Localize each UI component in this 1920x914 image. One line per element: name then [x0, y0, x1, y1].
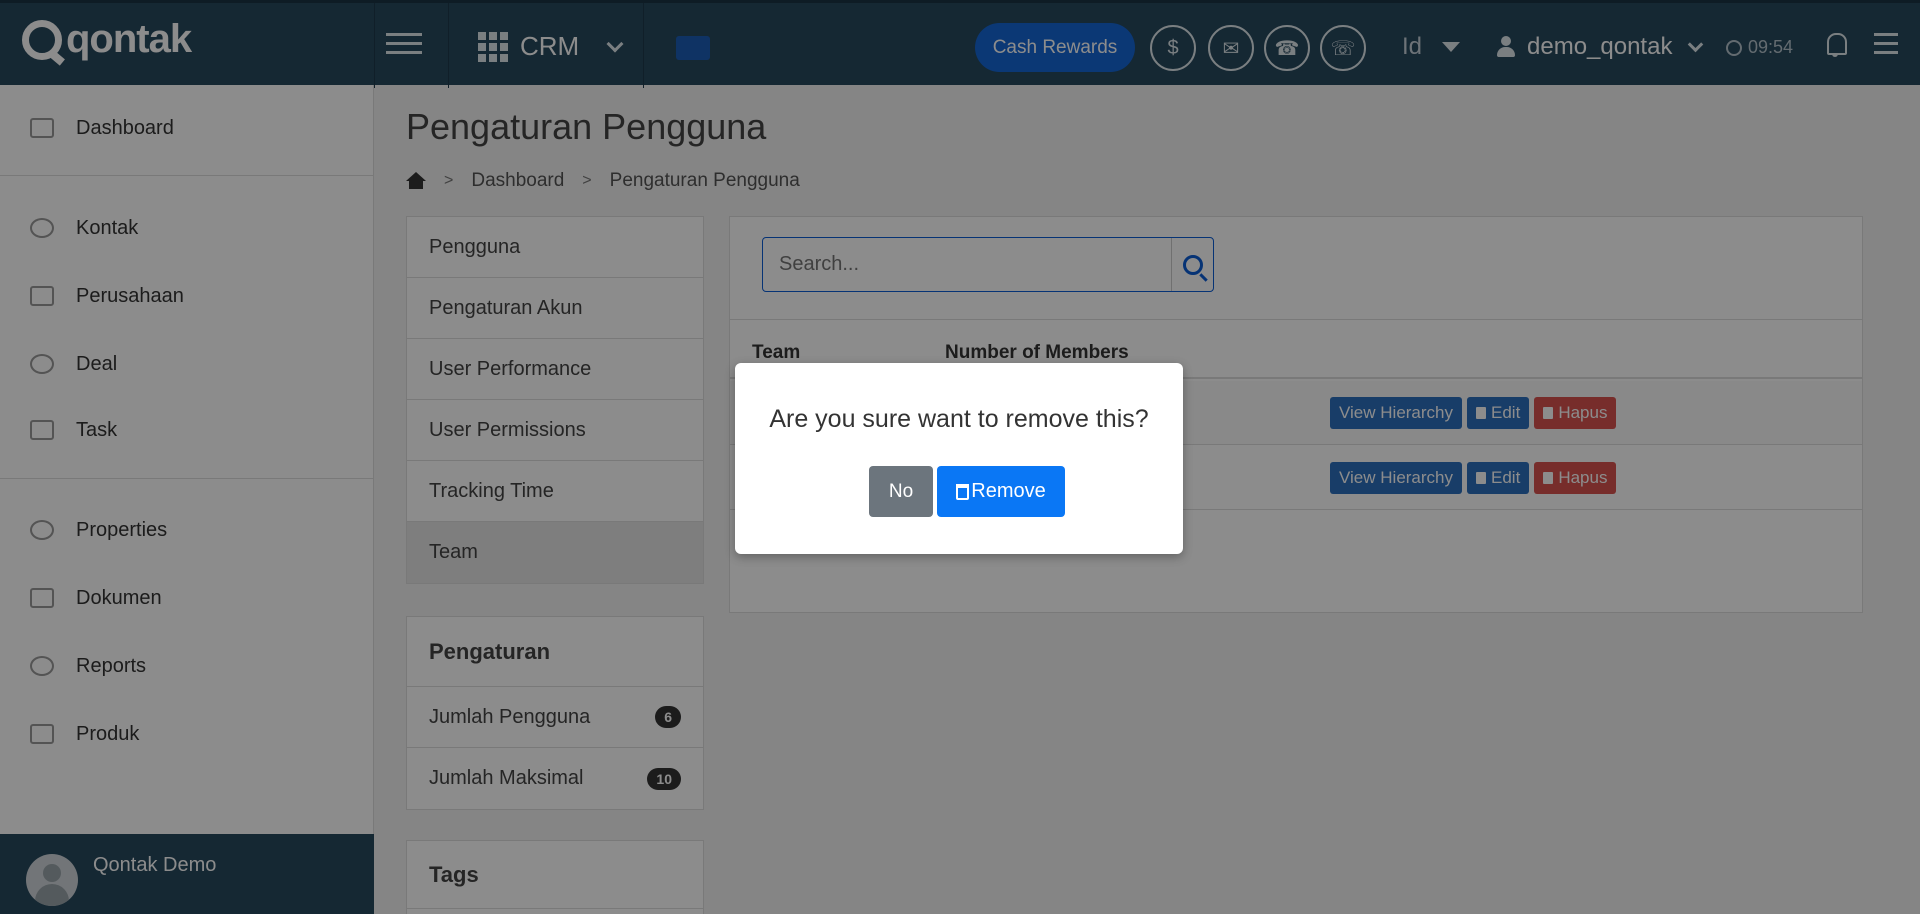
confirm-dialog: Are you sure want to remove this? No Rem… — [735, 363, 1183, 554]
trash-icon — [956, 483, 970, 500]
remove-button[interactable]: Remove — [937, 466, 1065, 517]
dialog-message: Are you sure want to remove this? — [769, 405, 1149, 433]
remove-label: Remove — [971, 480, 1046, 502]
no-button[interactable]: No — [869, 466, 933, 517]
